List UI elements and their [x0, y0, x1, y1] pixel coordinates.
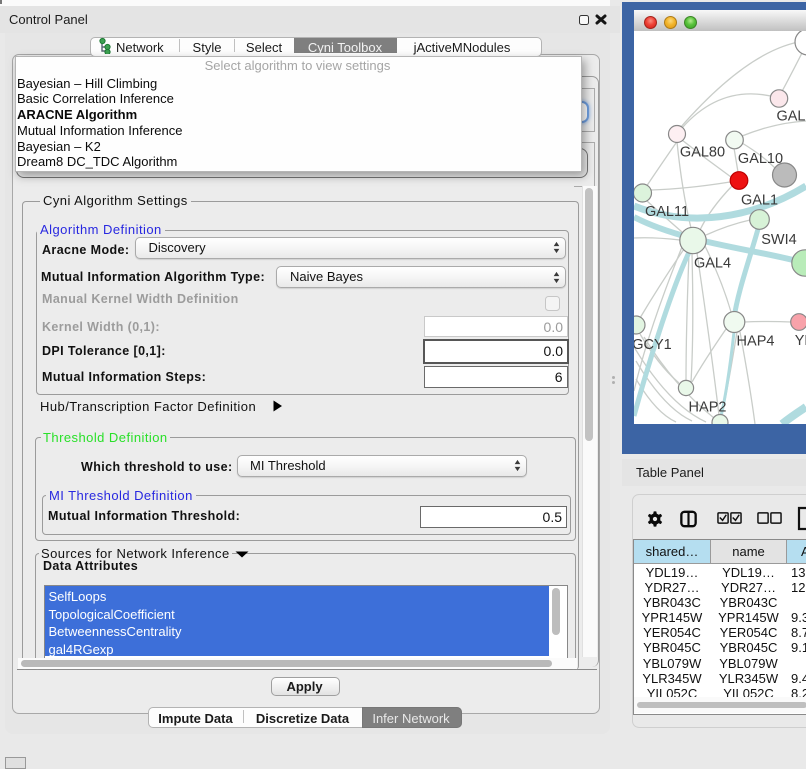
svg-text:GCY1: GCY1 — [634, 337, 672, 353]
svg-text:GAL4: GAL4 — [694, 256, 731, 272]
svg-text:GAL11: GAL11 — [645, 204, 689, 220]
svg-text:YHR: YHR — [795, 333, 806, 349]
svg-text:GAL80: GAL80 — [680, 145, 725, 161]
svg-text:HAP2: HAP2 — [689, 400, 727, 416]
svg-text:GAL1: GAL1 — [741, 193, 778, 209]
svg-text:GAL10: GAL10 — [738, 151, 783, 167]
svg-text:SWI4: SWI4 — [761, 232, 796, 248]
svg-text:GAL2: GAL2 — [776, 109, 806, 125]
svg-text:HAP4: HAP4 — [737, 334, 775, 350]
